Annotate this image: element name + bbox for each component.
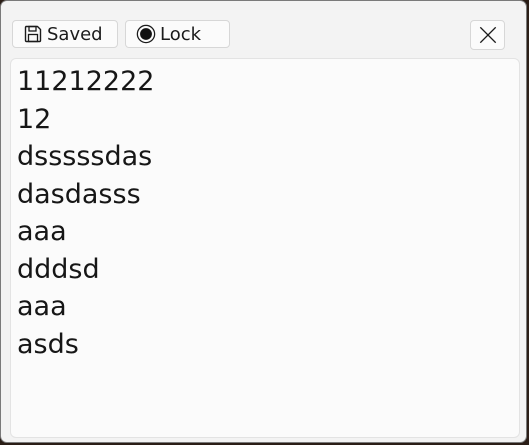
note-text-area[interactable]: 11212222 12 dsssssdas dasdasss aaa dddsd… — [10, 58, 520, 438]
close-button[interactable] — [470, 20, 505, 50]
floppy-disk-icon — [23, 24, 43, 44]
text-line: 12 — [17, 103, 52, 135]
text-line: 11212222 — [17, 66, 155, 97]
close-x-icon — [478, 25, 498, 45]
toolbar: Saved Lock — [1, 1, 526, 57]
text-line: asds — [17, 328, 79, 360]
lock-label: Lock — [160, 23, 202, 45]
saved-label: Saved — [47, 23, 103, 45]
record-dot-icon — [136, 24, 156, 44]
saved-button[interactable]: Saved — [12, 20, 118, 48]
lock-button[interactable]: Lock — [125, 20, 230, 48]
text-line: dddsd — [17, 253, 100, 285]
text-line: aaa — [17, 291, 67, 322]
note-window: Saved Lock 11212222 12 dsssssdas dasdass… — [0, 0, 527, 443]
text-line: aaa — [17, 216, 67, 247]
text-line: dsssssdas — [17, 141, 153, 172]
text-line: dasdasss — [17, 178, 141, 210]
